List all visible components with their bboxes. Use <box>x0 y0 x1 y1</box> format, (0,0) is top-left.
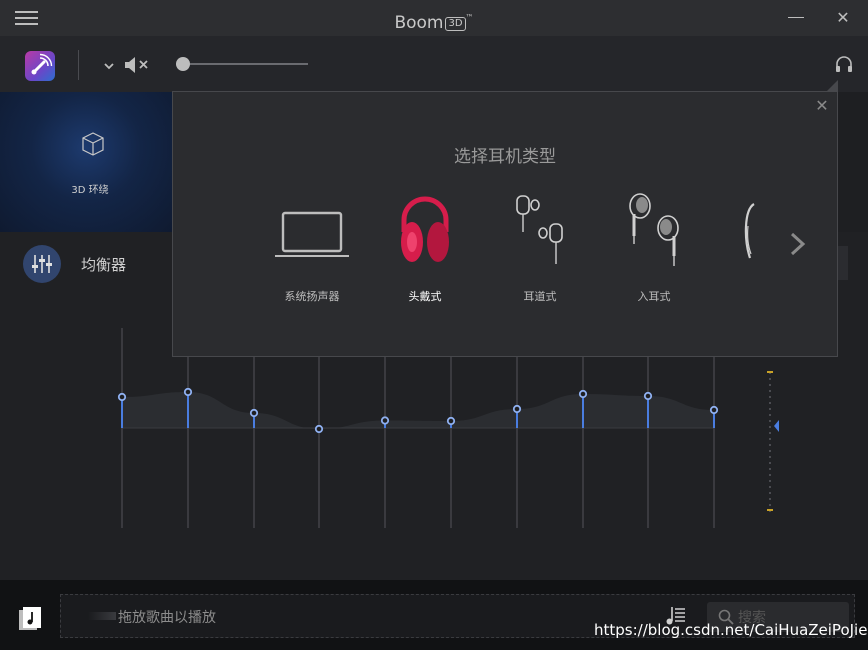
eq-band-knob[interactable] <box>446 416 456 426</box>
gain-meter-dot <box>769 450 771 452</box>
eq-band-knob[interactable] <box>709 405 719 415</box>
gain-meter-limit <box>767 509 773 511</box>
gain-meter-dot <box>769 420 771 422</box>
headphone-type-popup <box>172 91 838 357</box>
gain-meter-dot <box>769 384 771 386</box>
ear-hook-icon <box>744 203 755 259</box>
app-title-badge: 3D <box>445 17 466 31</box>
gain-meter-dot <box>769 456 771 458</box>
boom-app-icon[interactable] <box>25 51 55 81</box>
trademark-symbol: ™ <box>465 13 474 22</box>
option-label-speaker: 系统扬声器 <box>284 290 340 303</box>
eq-band-knob[interactable] <box>512 404 522 414</box>
eq-band-knob[interactable] <box>643 391 653 401</box>
popup-title: 选择耳机类型 <box>454 147 556 167</box>
chevron-right-icon[interactable] <box>788 231 808 257</box>
option-label-over-ear: 头戴式 <box>408 290 442 303</box>
gain-meter-dot <box>769 438 771 440</box>
gain-meter-dot <box>769 426 771 428</box>
gain-meter-limit <box>767 371 773 373</box>
option-earbuds[interactable] <box>626 192 682 268</box>
gain-meter-dot <box>769 444 771 446</box>
drop-hint: 拖放歌曲以播放 <box>118 610 216 626</box>
popup-close-icon[interactable]: ✕ <box>813 97 831 115</box>
eq-curve-area <box>122 392 714 429</box>
eq-band-knob[interactable] <box>117 392 127 402</box>
option-label-earbuds: 入耳式 <box>637 290 671 303</box>
laptop-icon <box>275 211 349 257</box>
eq-band-knob[interactable] <box>183 387 193 397</box>
watermark: https://blog.csdn.net/CaiHuaZeiPoJie <box>594 621 868 639</box>
option-laptop[interactable] <box>274 210 350 262</box>
boom-logo-icon <box>31 53 53 75</box>
gain-meter-dot <box>769 408 771 410</box>
eq-band-knob[interactable] <box>314 424 324 434</box>
chevron-down-icon[interactable] <box>102 58 116 72</box>
earbuds-icon <box>629 193 679 266</box>
option-canal[interactable] <box>512 194 568 266</box>
equalizer-label: 均衡器 <box>81 256 127 274</box>
volume-slider-knob[interactable] <box>175 57 190 71</box>
gain-meter-dot <box>769 486 771 488</box>
gain-meter-dot <box>769 480 771 482</box>
in-ear-canal-earbuds-icon <box>516 195 563 264</box>
gain-pointer-icon[interactable] <box>774 420 779 432</box>
toolbar-divider <box>78 50 79 80</box>
app-title-text: Boom <box>394 13 444 33</box>
gain-meter-dot <box>769 492 771 494</box>
surround-label: 3D 环绕 <box>71 185 109 196</box>
app-title: Boom 3D™ <box>0 0 868 36</box>
volume-slider-track[interactable] <box>176 63 308 65</box>
gain-meter-dot <box>769 498 771 500</box>
eq-band-knob[interactable] <box>249 408 259 418</box>
3d-cube-icon <box>80 131 106 157</box>
equalizer-icon[interactable] <box>23 245 61 283</box>
speaker-mute-icon[interactable] <box>124 55 150 75</box>
over-ear-headphones-icon <box>401 196 449 262</box>
gain-meter-dot <box>769 390 771 392</box>
music-library-icon[interactable] <box>18 606 42 632</box>
eq-band-knob[interactable] <box>380 416 390 425</box>
gain-meter-dot <box>769 504 771 506</box>
option-over-ear[interactable] <box>398 194 452 266</box>
eq-band-knob[interactable] <box>578 389 588 399</box>
drop-zone-fade <box>88 612 116 620</box>
gain-meter-dot <box>769 474 771 476</box>
minimize-button[interactable] <box>788 17 804 18</box>
surround-panel[interactable] <box>0 92 172 232</box>
gain-meter-dot <box>769 414 771 416</box>
gain-meter-dot <box>769 432 771 434</box>
option-partial[interactable] <box>742 200 756 264</box>
gain-meter-dot <box>769 462 771 464</box>
headphones-icon[interactable] <box>834 54 854 74</box>
gain-meter-dot <box>769 396 771 398</box>
gain-meter-dot <box>769 468 771 470</box>
gain-meter-dot <box>769 378 771 380</box>
gain-meter-dot <box>769 402 771 404</box>
option-label-canal: 耳道式 <box>523 290 557 303</box>
close-window-button[interactable]: ✕ <box>834 9 852 27</box>
